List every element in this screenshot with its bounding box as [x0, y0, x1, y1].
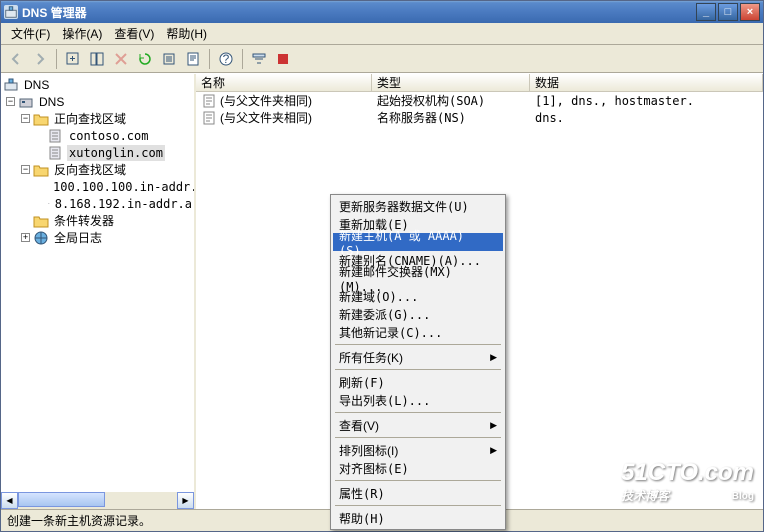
properties-button[interactable] — [182, 48, 204, 70]
back-button — [5, 48, 27, 70]
scroll-left-icon[interactable]: ◀ — [1, 492, 18, 509]
list-row[interactable]: (与父文件夹相同) 起始授权机构(SOA) [1], dns., hostmas… — [196, 92, 763, 109]
tree-global-log[interactable]: + 全局日志 — [1, 229, 194, 246]
ctx-new-mx[interactable]: 新建邮件交换器(MX)(M)... — [333, 269, 503, 287]
ctx-all-tasks[interactable]: 所有任务(K)▶ — [333, 348, 503, 366]
separator — [335, 412, 501, 413]
ctx-arrange[interactable]: 排列图标(I)▶ — [333, 441, 503, 459]
tree-zone-xutonglin[interactable]: xutonglin.com — [1, 144, 194, 161]
collapse-icon[interactable]: − — [21, 114, 30, 123]
ctx-lineup[interactable]: 对齐图标(E) — [333, 459, 503, 477]
toolbar: ? — [1, 45, 763, 73]
tree-rev-zone[interactable]: − 反向查找区域 — [1, 161, 194, 178]
show-hide-button[interactable] — [86, 48, 108, 70]
add-button[interactable] — [62, 48, 84, 70]
scroll-right-icon[interactable]: ▶ — [177, 492, 194, 509]
col-type[interactable]: 类型 — [372, 74, 530, 91]
ctx-other-new[interactable]: 其他新记录(C)... — [333, 323, 503, 341]
titlebar: DNS 管理器 _ □ × — [1, 1, 763, 23]
separator — [335, 505, 501, 506]
tree-zone-contoso[interactable]: contoso.com — [1, 127, 194, 144]
record-icon — [201, 93, 217, 109]
col-name[interactable]: 名称 — [196, 74, 372, 91]
filter-button[interactable] — [248, 48, 270, 70]
menubar: 文件(F) 操作(A) 查看(V) 帮助(H) — [1, 23, 763, 45]
watermark: 51CTO.com 技术博客 Blog — [621, 459, 754, 504]
collapse-icon[interactable]: − — [6, 97, 15, 106]
minimize-button[interactable]: _ — [696, 3, 716, 21]
tree-rev-item-2[interactable]: 8.168.192.in-addr.a — [1, 195, 194, 212]
submenu-arrow-icon: ▶ — [490, 445, 497, 456]
ctx-help[interactable]: 帮助(H) — [333, 509, 503, 527]
status-text: 创建一条新主机资源记录。 — [7, 512, 151, 529]
separator — [335, 369, 501, 370]
record-icon — [201, 110, 217, 126]
separator — [335, 344, 501, 345]
ctx-refresh[interactable]: 刷新(F) — [333, 373, 503, 391]
list-header: 名称 类型 数据 — [196, 74, 763, 92]
submenu-arrow-icon: ▶ — [490, 420, 497, 431]
maximize-button[interactable]: □ — [718, 3, 738, 21]
menu-view[interactable]: 查看(V) — [108, 23, 160, 44]
app-icon — [4, 5, 18, 19]
tree-fwd-zone[interactable]: − 正向查找区域 — [1, 110, 194, 127]
tree-root[interactable]: DNS — [1, 76, 194, 93]
ctx-properties[interactable]: 属性(R) — [333, 484, 503, 502]
context-menu: 更新服务器数据文件(U) 重新加载(E) 新建主机(A 或 AAAA)(S)..… — [330, 194, 506, 530]
menu-file[interactable]: 文件(F) — [5, 23, 56, 44]
ctx-view[interactable]: 查看(V)▶ — [333, 416, 503, 434]
ctx-new-domain[interactable]: 新建域(O)... — [333, 287, 503, 305]
stop-button[interactable] — [272, 48, 294, 70]
tree-rev-item-1[interactable]: 100.100.100.in-addr. — [1, 178, 194, 195]
tree-cond-fwd[interactable]: 条件转发器 — [1, 212, 194, 229]
ctx-export-list[interactable]: 导出列表(L)... — [333, 391, 503, 409]
menu-action[interactable]: 操作(A) — [56, 23, 108, 44]
ctx-new-delegation[interactable]: 新建委派(G)... — [333, 305, 503, 323]
expand-icon[interactable]: + — [21, 233, 30, 242]
menu-help[interactable]: 帮助(H) — [160, 23, 213, 44]
delete-button — [110, 48, 132, 70]
tree-hscrollbar[interactable]: ◀ ▶ — [1, 492, 194, 509]
svg-text:?: ? — [223, 52, 230, 66]
ctx-new-host[interactable]: 新建主机(A 或 AAAA)(S)... — [333, 233, 503, 251]
export-button[interactable] — [158, 48, 180, 70]
help-button[interactable]: ? — [215, 48, 237, 70]
collapse-icon[interactable]: − — [21, 165, 30, 174]
ctx-update[interactable]: 更新服务器数据文件(U) — [333, 197, 503, 215]
window-title: DNS 管理器 — [22, 4, 696, 21]
refresh-button[interactable] — [134, 48, 156, 70]
close-button[interactable]: × — [740, 3, 760, 21]
separator — [335, 437, 501, 438]
forward-button — [29, 48, 51, 70]
scroll-thumb[interactable] — [18, 492, 105, 507]
list-row[interactable]: (与父文件夹相同) 名称服务器(NS) dns. — [196, 109, 763, 126]
tree-server[interactable]: − DNS — [1, 93, 194, 110]
tree-panel[interactable]: DNS − DNS − 正向查找区域 contoso.com — [1, 74, 196, 509]
submenu-arrow-icon: ▶ — [490, 352, 497, 363]
col-data[interactable]: 数据 — [530, 74, 763, 91]
separator — [335, 480, 501, 481]
